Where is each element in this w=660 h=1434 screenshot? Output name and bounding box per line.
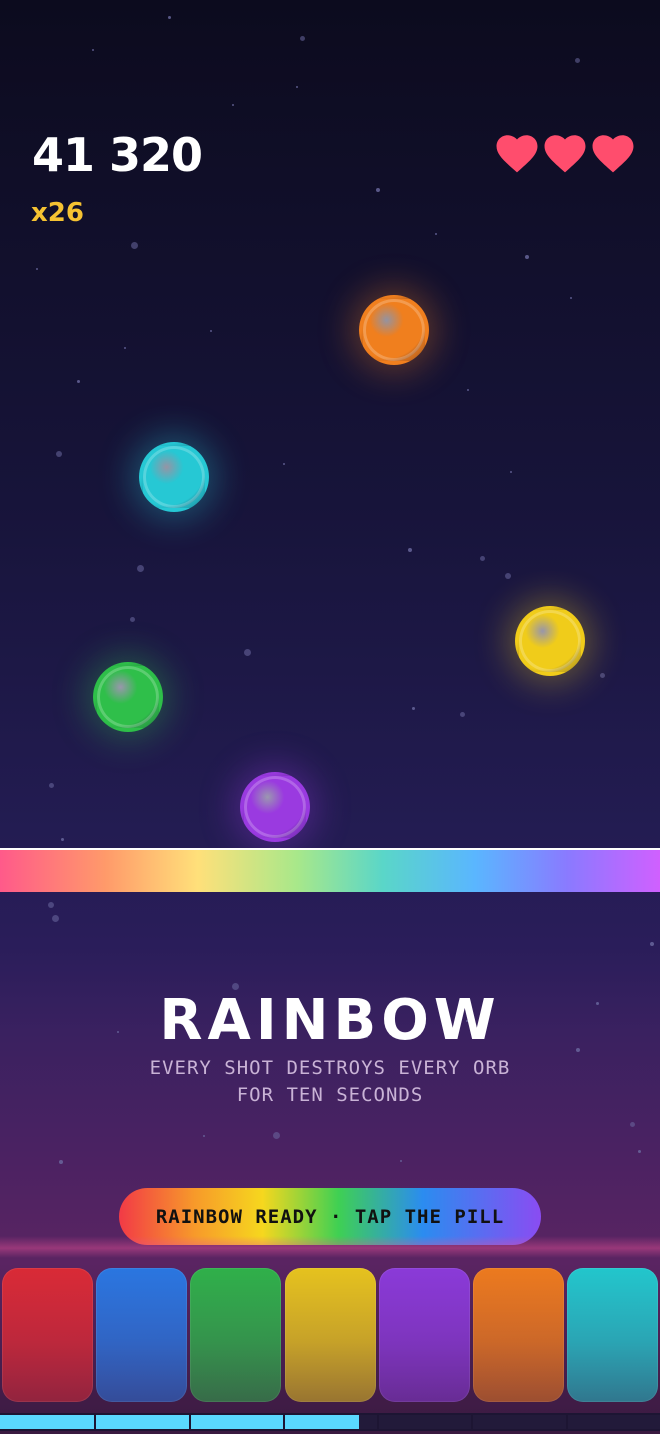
energy-segment-fill: [96, 1415, 189, 1429]
star: [467, 389, 469, 391]
star: [131, 242, 138, 249]
star: [505, 573, 511, 579]
star: [61, 838, 64, 841]
launch-line-glow: [0, 1236, 660, 1258]
star: [124, 347, 126, 349]
orange-orb: [359, 295, 429, 365]
star: [510, 471, 512, 473]
star: [56, 451, 62, 457]
star: [210, 330, 212, 332]
heart-icon: [544, 134, 586, 174]
star: [408, 548, 412, 552]
powerup-subtitle-line1: EVERY SHOT DESTROYS EVERY ORB: [149, 1057, 511, 1079]
rainbow-laser-beam: [0, 848, 660, 892]
purple-orb: [240, 772, 310, 842]
energy-segment-fill: [190, 1415, 283, 1429]
star: [460, 712, 465, 717]
lives-display: [496, 134, 634, 174]
star: [400, 1160, 402, 1162]
star: [59, 1160, 63, 1164]
star: [273, 1132, 280, 1139]
energy-segment: [473, 1415, 566, 1429]
color-button-green[interactable]: [190, 1268, 282, 1402]
color-button-yellow[interactable]: [284, 1268, 376, 1402]
star: [525, 255, 529, 259]
heart-icon: [496, 134, 538, 174]
star: [52, 915, 59, 922]
star: [92, 49, 94, 51]
star: [296, 86, 298, 88]
color-button-red[interactable]: [2, 1268, 93, 1402]
star: [77, 380, 80, 383]
star: [49, 783, 54, 788]
energy-bar: [0, 1413, 660, 1431]
yellow-orb: [515, 606, 585, 676]
energy-segment-fill: [0, 1415, 95, 1429]
star: [376, 188, 380, 192]
star: [412, 707, 415, 710]
star: [480, 556, 485, 561]
star: [232, 104, 234, 106]
star: [638, 1150, 641, 1153]
star: [650, 942, 654, 946]
star: [244, 649, 251, 656]
color-button-blue[interactable]: [96, 1268, 188, 1402]
star: [283, 463, 285, 465]
star: [130, 617, 135, 622]
green-orb: [93, 662, 163, 732]
powerup-title: RAINBOW: [159, 988, 501, 1053]
star: [630, 1122, 635, 1127]
energy-segment: [567, 1415, 660, 1429]
star: [137, 565, 144, 572]
combo-multiplier: x26: [31, 198, 84, 228]
star: [570, 297, 572, 299]
star: [300, 36, 305, 41]
energy-segment: [379, 1415, 472, 1429]
score-display: 41 320: [32, 128, 203, 182]
star: [36, 268, 38, 270]
star: [48, 902, 54, 908]
cyan-orb: [139, 442, 209, 512]
star: [575, 58, 580, 63]
color-button-purple[interactable]: [378, 1268, 470, 1402]
powerup-subtitle-line2: FOR TEN SECONDS: [236, 1084, 424, 1106]
star: [435, 233, 437, 235]
star: [168, 16, 171, 19]
color-button-orange[interactable]: [473, 1268, 564, 1402]
energy-segment-fill: [284, 1415, 359, 1429]
rainbow-pill-label: RAINBOW READY · TAP THE PILL: [155, 1205, 505, 1228]
heart-icon: [592, 134, 634, 174]
color-button-cyan[interactable]: [567, 1268, 659, 1402]
star: [600, 673, 605, 678]
star: [203, 1135, 205, 1137]
